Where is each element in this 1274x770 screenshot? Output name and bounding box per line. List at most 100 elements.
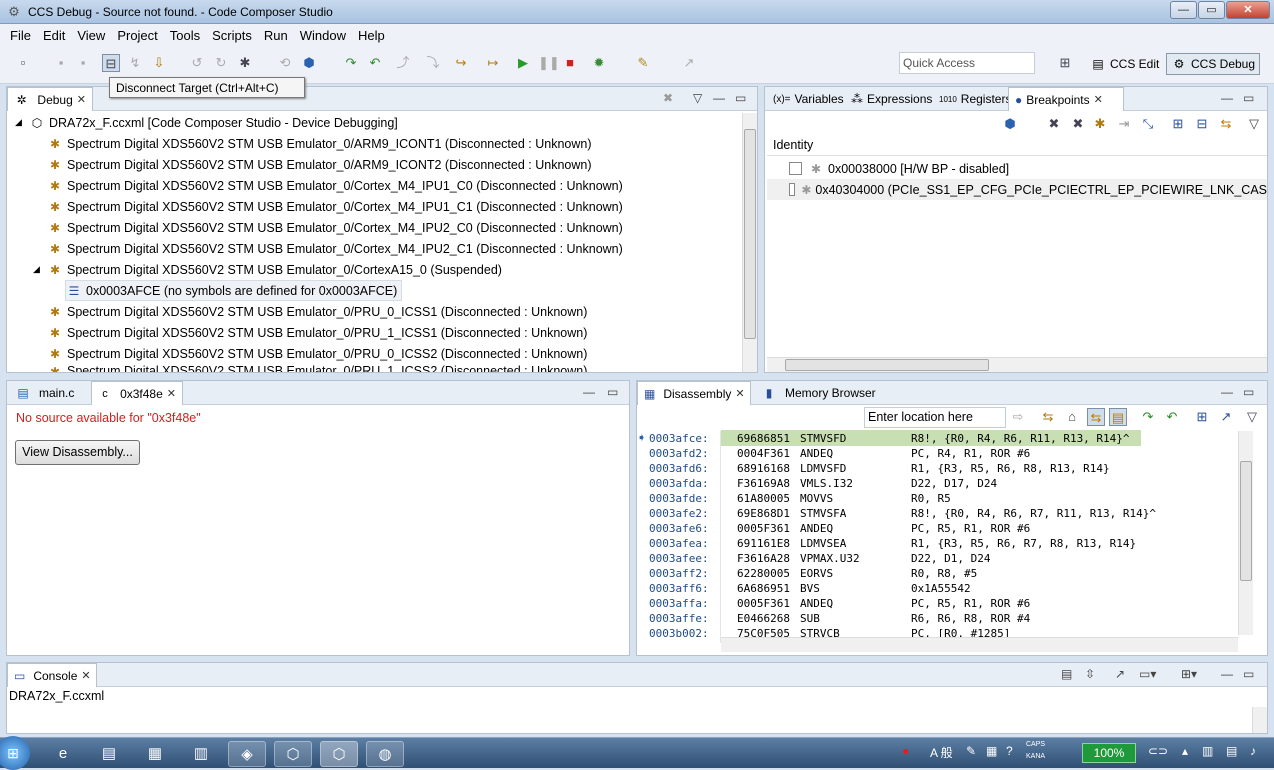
show-hidden-icon[interactable]: ▴ xyxy=(1182,744,1188,758)
tab-registers[interactable]: 1010 Registers xyxy=(933,87,1017,111)
close-icon[interactable]: ✕ xyxy=(81,669,90,682)
tab-breakpoints[interactable]: ● Breakpoints ✕ xyxy=(1008,87,1124,111)
step-over-icon[interactable]: ↷ xyxy=(342,54,360,72)
breakpoint-row[interactable]: ✱ 0x00038000 [H/W BP - disabled] xyxy=(789,158,1009,179)
step-return-icon[interactable]: ↶ xyxy=(366,54,384,72)
disasm-address[interactable]: 0003b002: xyxy=(649,626,709,641)
ime-dict-icon[interactable]: ▦ xyxy=(986,744,997,758)
chip-icon[interactable]: ✱ xyxy=(236,54,254,72)
disasm-operands[interactable]: PC, R5, R1, ROR #6 xyxy=(911,521,1030,536)
close-icon[interactable]: ✕ xyxy=(1094,93,1103,106)
disasm-address[interactable]: 0003afee: xyxy=(649,551,709,566)
tree-item[interactable]: ✱ Spectrum Digital XDS560V2 STM USB Emula… xyxy=(47,301,587,322)
disassembly-hscrollbar[interactable] xyxy=(721,637,1238,652)
disasm-mnemonic[interactable]: BVS xyxy=(800,581,820,596)
breakpoint-checkbox[interactable] xyxy=(789,183,796,196)
view-menu-icon[interactable]: ▽ xyxy=(1243,408,1261,426)
display-console-icon[interactable]: ▭▾ xyxy=(1139,667,1156,681)
step-into-icon[interactable]: ↪ xyxy=(452,54,470,72)
collapse-icon[interactable]: ◢ xyxy=(33,264,47,275)
tree-item[interactable]: ✱ Spectrum Digital XDS560V2 STM USB Emula… xyxy=(47,238,623,259)
tree-item[interactable]: ✱ Spectrum Digital XDS560V2 STM USB Emula… xyxy=(47,217,623,238)
skip-breakpoints-icon[interactable]: ✱ xyxy=(1091,115,1109,133)
clear-console-icon[interactable]: ▤ xyxy=(1061,667,1072,681)
tree-item[interactable]: ✱ Spectrum Digital XDS560V2 STM USB Emula… xyxy=(47,196,623,217)
disasm-operands[interactable]: R0, R8, #5 xyxy=(911,566,977,581)
link-source-icon[interactable]: ⇆ xyxy=(1087,408,1105,426)
menu-window[interactable]: Window xyxy=(294,28,352,43)
save-icon[interactable]: ▪ xyxy=(52,54,70,72)
quick-access-input[interactable]: Quick Access xyxy=(899,52,1035,74)
disasm-address[interactable]: 0003afd6: xyxy=(649,461,709,476)
close-button[interactable]: ✕ xyxy=(1226,1,1270,19)
speaker-icon[interactable]: ♪ xyxy=(1250,744,1256,758)
tree-root[interactable]: ◢ ⬡ DRA72x_F.ccxml [Code Composer Studio -… xyxy=(15,112,398,133)
step-return-icon[interactable]: ↶ xyxy=(1163,408,1181,426)
tab-0x3f48e[interactable]: c 0x3f48e ✕ xyxy=(91,381,183,405)
perspective-ccs-debug[interactable]: ⚙ CCS Debug xyxy=(1166,53,1261,75)
disasm-opcode[interactable]: 0005F361 xyxy=(737,521,790,536)
volume-icon[interactable]: ▤ xyxy=(1226,744,1237,758)
step-filter-icon[interactable]: ⤴ xyxy=(394,54,412,72)
tab-memory-browser[interactable]: ▮ Memory Browser xyxy=(755,381,882,405)
menu-project[interactable]: Project xyxy=(111,28,163,43)
ccs-icon[interactable]: ⬡ xyxy=(274,741,312,767)
disasm-operands[interactable]: R1, {R3, R5, R6, R7, R8, R13, R14} xyxy=(911,536,1136,551)
step-assembly-icon[interactable]: ↦ xyxy=(484,54,502,72)
breakpoint-checkbox[interactable] xyxy=(789,162,802,175)
explorer-icon[interactable]: ▤ xyxy=(90,741,128,767)
tree-item[interactable]: ✱ Spectrum Digital XDS560V2 STM USB Emula… xyxy=(47,364,587,372)
disasm-address[interactable]: 0003aff2: xyxy=(649,566,709,581)
drop-frame-icon[interactable]: ⤵ xyxy=(424,54,442,72)
disasm-opcode[interactable]: F36169A8 xyxy=(737,476,790,491)
disasm-mnemonic[interactable]: VMLS.I32 xyxy=(800,476,853,491)
breakpoints-hscrollbar[interactable] xyxy=(767,357,1267,372)
maximize-view-icon[interactable]: ▭ xyxy=(735,91,746,105)
stack-frame[interactable]: ☰ 0x0003AFCE (no symbols are defined for … xyxy=(65,280,403,301)
minimize-view-icon[interactable]: — xyxy=(1221,91,1233,105)
restart-icon[interactable]: ↺ xyxy=(188,54,206,72)
disasm-operands[interactable]: D22, D17, D24 xyxy=(911,476,997,491)
gear-icon[interactable]: ✹ xyxy=(590,54,608,72)
menu-help[interactable]: Help xyxy=(352,28,391,43)
tab-debug[interactable]: ✲ Debug ✕ xyxy=(7,87,93,111)
disconnect-target-icon[interactable]: ⊟ xyxy=(102,54,120,72)
maximize-view-icon[interactable]: ▭ xyxy=(1243,385,1254,399)
maximize-button[interactable]: ▭ xyxy=(1198,1,1225,19)
disasm-opcode[interactable]: 61A80005 xyxy=(737,491,790,506)
tree-item-suspended[interactable]: ◢ ✱ Spectrum Digital XDS560V2 STM USB Emul… xyxy=(33,259,502,280)
ie-icon[interactable]: e xyxy=(44,741,82,767)
location-input[interactable]: Enter location here xyxy=(864,407,1006,428)
perspective-ccs-edit[interactable]: ▤ CCS Edit xyxy=(1086,53,1163,75)
device-icon[interactable]: ⊂⊃ xyxy=(1148,744,1168,758)
go-icon[interactable]: ⇨ xyxy=(1009,408,1027,426)
step-over-icon[interactable]: ↷ xyxy=(1139,408,1157,426)
maximize-view-icon[interactable]: ▭ xyxy=(1243,91,1254,105)
disasm-operands[interactable]: R8!, {R0, R4, R6, R11, R13, R14}^ xyxy=(911,431,1130,446)
connect-icon[interactable]: ↯ xyxy=(126,54,144,72)
tree-item[interactable]: ✱ Spectrum Digital XDS560V2 STM USB Emula… xyxy=(47,175,623,196)
scroll-lock-icon[interactable]: ⇳ xyxy=(1085,667,1095,681)
tab-variables[interactable]: (x)= Variables xyxy=(767,87,850,111)
disasm-mnemonic[interactable]: ANDEQ xyxy=(800,596,833,611)
external-tools-icon[interactable]: ↗ xyxy=(680,54,698,72)
tree-item[interactable]: ✱ Spectrum Digital XDS560V2 STM USB Emula… xyxy=(47,154,592,175)
scroll-thumb[interactable] xyxy=(785,359,989,371)
remove-icon[interactable]: ✖ xyxy=(1045,115,1063,133)
disasm-address[interactable]: 0003afea: xyxy=(649,536,709,551)
remove-all-icon[interactable]: ✖ xyxy=(1069,115,1087,133)
disasm-mnemonic[interactable]: LDMVSEA xyxy=(800,536,846,551)
disasm-mnemonic[interactable]: MOVVS xyxy=(800,491,833,506)
tab-disassembly[interactable]: ▦ Disassembly ✕ xyxy=(637,381,751,405)
app-icon[interactable]: ▥ xyxy=(182,741,220,767)
disasm-mnemonic[interactable]: ANDEQ xyxy=(800,446,833,461)
tab-expressions[interactable]: ⁂ Expressions xyxy=(845,87,938,111)
disasm-address[interactable]: 0003afce: xyxy=(649,431,709,446)
collapse-all-icon[interactable]: ⊟ xyxy=(1193,115,1211,133)
ime-tool-icon[interactable]: ✎ xyxy=(966,744,976,758)
debug-scrollbar[interactable] xyxy=(742,113,757,372)
disasm-opcode[interactable]: 691161E8 xyxy=(737,536,790,551)
disasm-opcode[interactable]: 62280005 xyxy=(737,566,790,581)
console-scrollbar[interactable] xyxy=(1252,707,1267,733)
new-view-icon[interactable]: ⊞ xyxy=(1193,408,1211,426)
